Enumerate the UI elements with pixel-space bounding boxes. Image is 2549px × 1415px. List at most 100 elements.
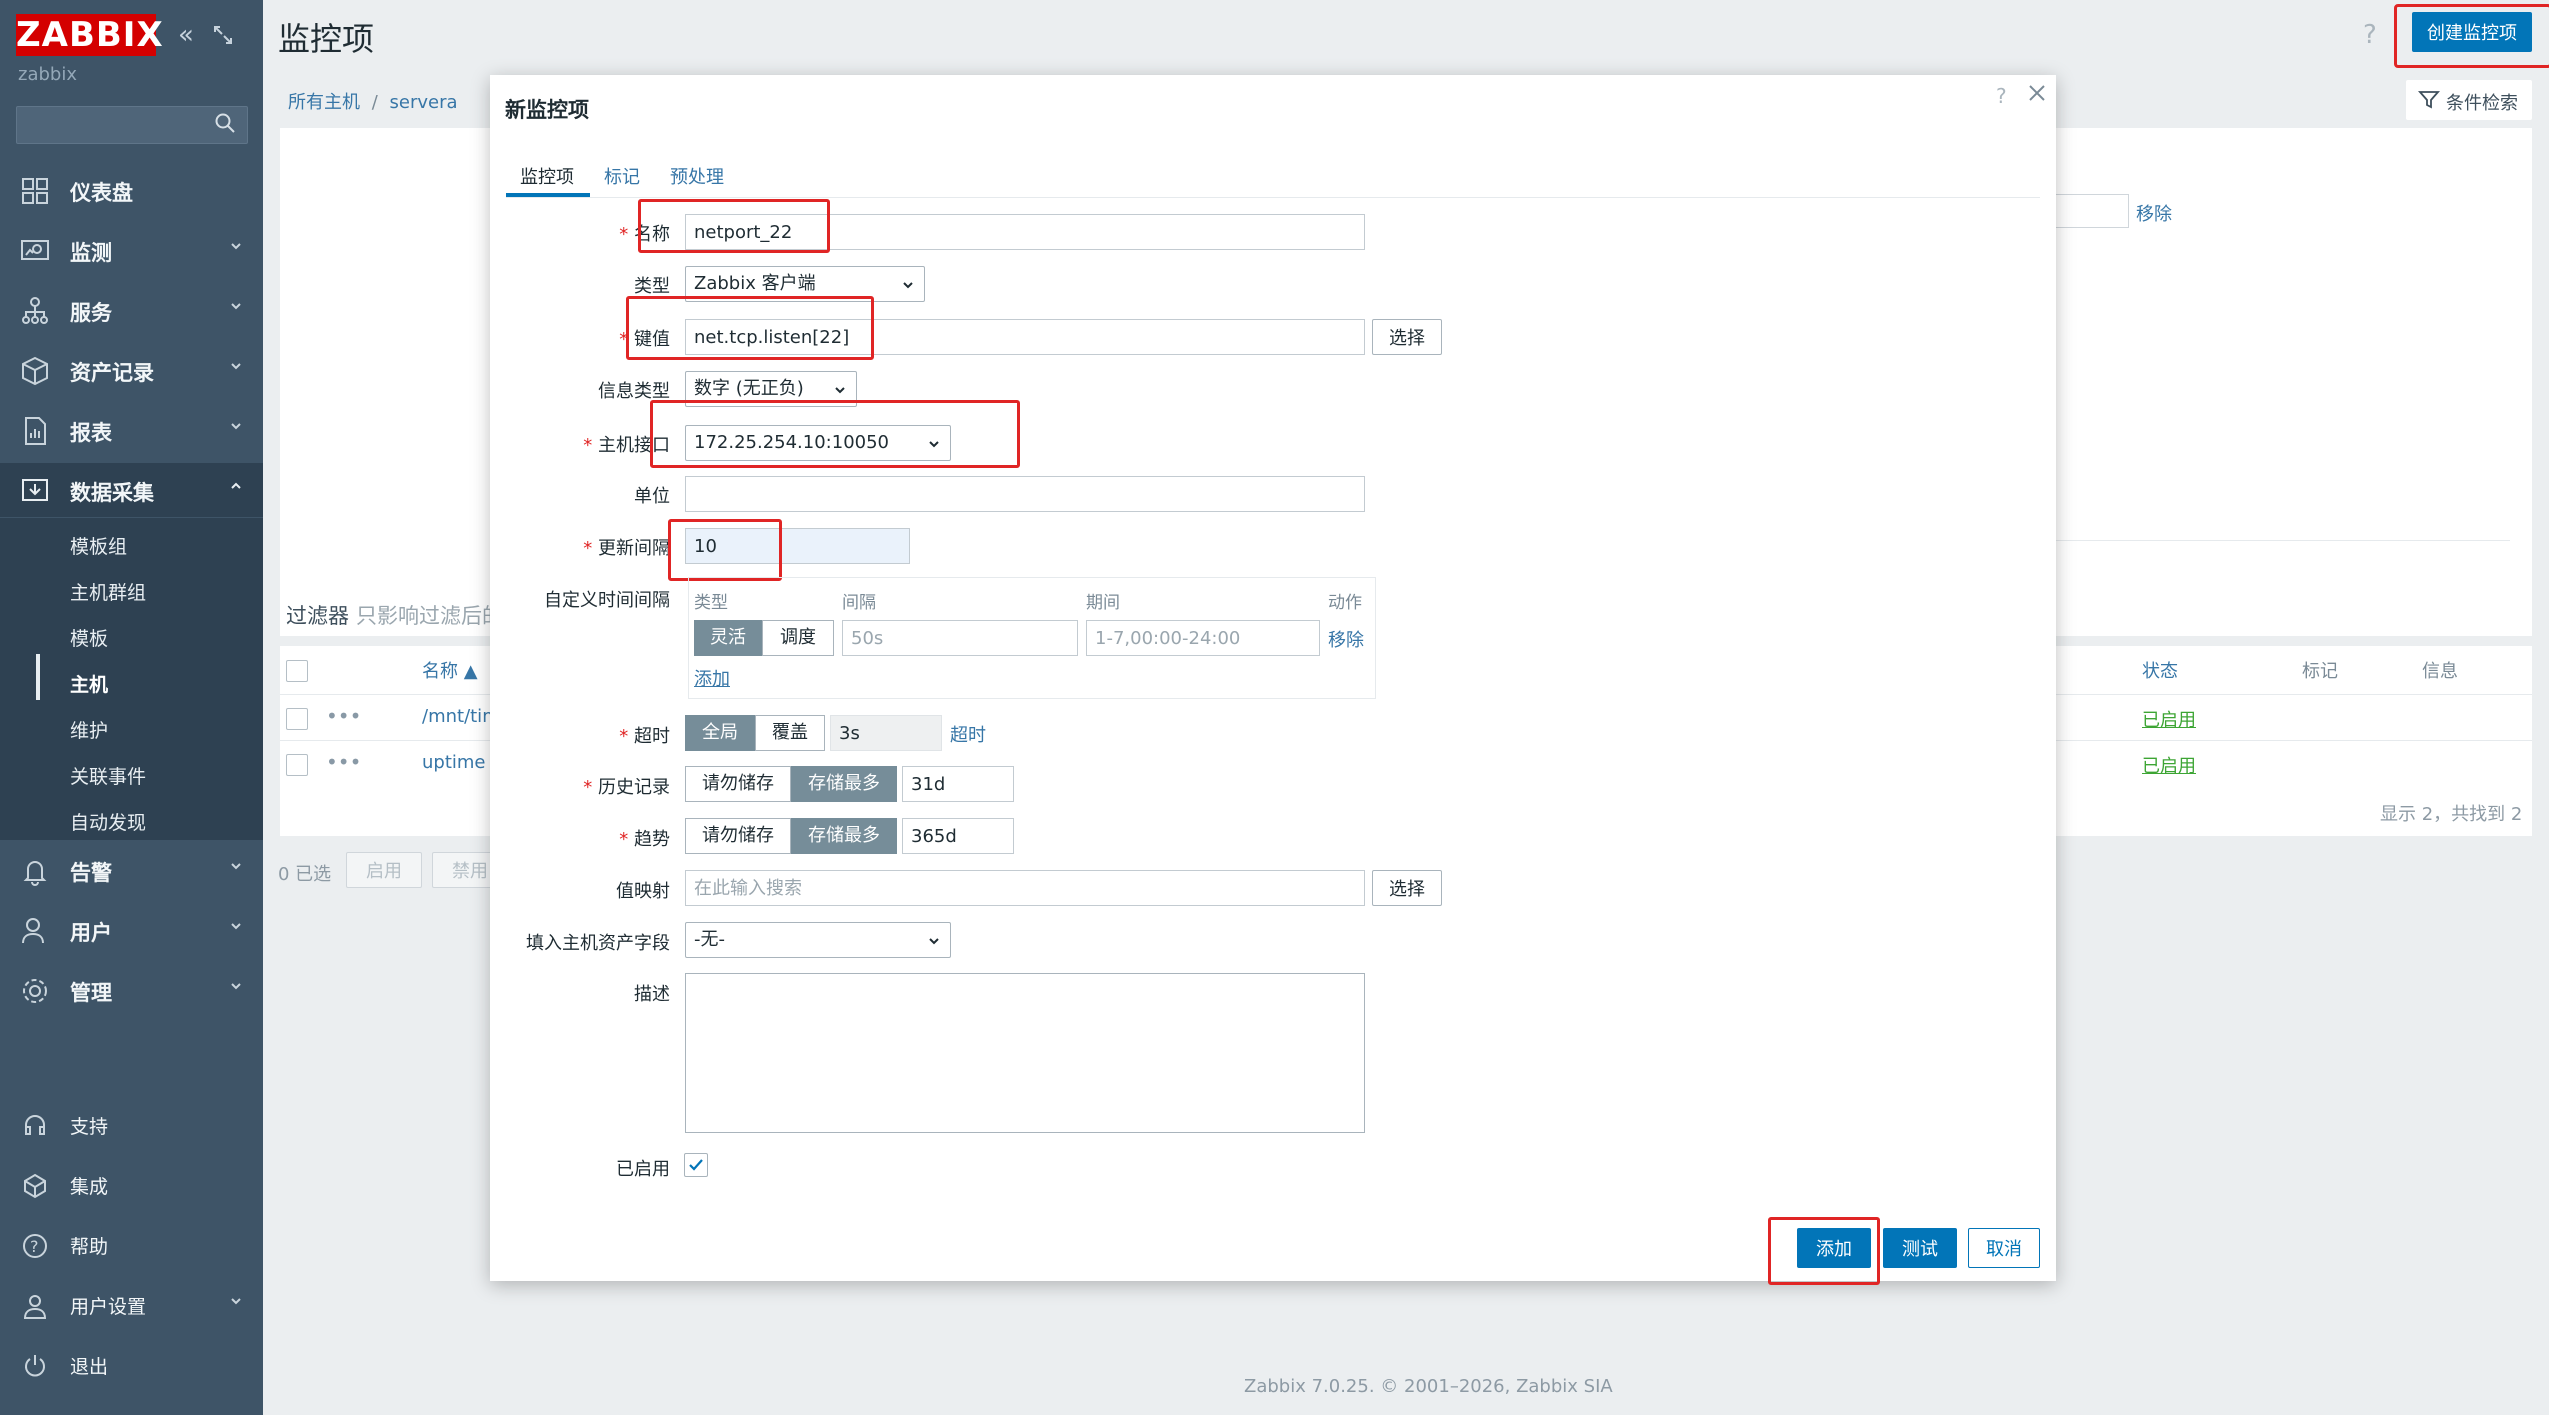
nav-label: 帮助	[70, 1236, 109, 1258]
type-label: 类型	[634, 276, 670, 297]
tab-item[interactable]: 监控项	[520, 163, 574, 189]
info-type-value: 数字 (无正负)	[694, 378, 804, 399]
timeout-link[interactable]: 超时	[950, 721, 986, 747]
custom-header-period: 期间	[1086, 593, 1120, 613]
valuemap-select-button[interactable]: 选择	[1372, 870, 1442, 906]
column-header-tags: 标记	[2302, 661, 2338, 682]
inventory-select[interactable]: -无-	[685, 922, 951, 958]
units-label: 单位	[634, 486, 670, 507]
status-link[interactable]: 已启用	[2142, 706, 2196, 732]
kiosk-mode-icon[interactable]	[212, 24, 234, 46]
mass-enable-button[interactable]: 启用	[346, 852, 422, 888]
custom-type-scheduling[interactable]: 调度	[762, 620, 834, 656]
nav-administration[interactable]: 管理	[0, 963, 263, 1017]
cancel-button[interactable]: 取消	[1968, 1228, 2040, 1268]
submenu-label: 关联事件	[70, 766, 147, 788]
funnel-icon	[2418, 91, 2440, 109]
test-button[interactable]: 测试	[1883, 1228, 1957, 1268]
annotation-box	[626, 296, 874, 360]
custom-type-flexible[interactable]: 灵活	[694, 620, 762, 656]
custom-period-input[interactable]: 1-7,00:00-24:00	[1086, 620, 1320, 656]
filter-tab[interactable]: 条件检索	[2406, 80, 2532, 120]
nav-services[interactable]: 服务	[0, 283, 263, 337]
nav-label: 仪表盘	[70, 181, 133, 205]
submenu-hosts[interactable]: 主机	[36, 659, 263, 703]
enabled-checkbox[interactable]	[684, 1153, 708, 1177]
history-do-not-store[interactable]: 请勿储存	[685, 766, 791, 802]
close-icon[interactable]	[2024, 80, 2050, 106]
zabbix-logo[interactable]: ZABBIX	[16, 14, 163, 56]
submenu-event-correlation[interactable]: 关联事件	[36, 751, 263, 795]
breadcrumb-all-hosts[interactable]: 所有主机	[288, 92, 360, 113]
selected-count: 0 已选	[278, 864, 332, 885]
nav-inventory[interactable]: 资产记录	[0, 343, 263, 397]
trends-input[interactable]: 365d	[902, 818, 1014, 854]
row-checkbox[interactable]	[286, 708, 308, 730]
annotation-box	[1768, 1217, 1880, 1285]
nav-label: 退出	[70, 1356, 109, 1378]
select-all-checkbox[interactable]	[286, 660, 308, 682]
column-header-status[interactable]: 状态	[2142, 657, 2178, 683]
trends-store-up-to[interactable]: 存储最多	[791, 818, 897, 854]
more-icon[interactable]: •••	[326, 750, 361, 774]
tab-tags[interactable]: 标记	[604, 163, 640, 189]
nav-alerts[interactable]: 告警	[0, 843, 263, 897]
help-icon[interactable]: ?	[2363, 20, 2377, 50]
nav-users[interactable]: 用户	[0, 903, 263, 957]
chevron-down-icon	[231, 1298, 241, 1305]
submenu-maintenance[interactable]: 维护	[36, 705, 263, 749]
more-icon[interactable]: •••	[326, 704, 361, 728]
custom-header-action: 动作	[1328, 593, 1362, 613]
submenu-templates[interactable]: 模板	[36, 613, 263, 657]
history-input[interactable]: 31d	[902, 766, 1014, 802]
history-store-up-to[interactable]: 存储最多	[791, 766, 897, 802]
valuemap-input[interactable]: 在此输入搜索	[685, 870, 1365, 906]
nav-sign-out[interactable]: 退出	[0, 1338, 263, 1392]
nav-data-collection[interactable]: 数据采集	[0, 463, 263, 517]
submenu-discovery[interactable]: 自动发现	[36, 797, 263, 841]
collapse-sidebar-icon[interactable]: «	[178, 20, 194, 50]
filter-tab-label: 条件检索	[2446, 93, 2518, 114]
units-input[interactable]	[685, 476, 1365, 512]
trends-do-not-store[interactable]: 请勿储存	[685, 818, 791, 854]
custom-header-interval: 间隔	[842, 593, 876, 613]
filter-tag-value-input[interactable]	[2055, 194, 2129, 228]
submenu-label: 模板	[70, 628, 109, 650]
status-link[interactable]: 已启用	[2142, 752, 2196, 778]
key-select-button[interactable]: 选择	[1372, 319, 1442, 355]
submenu-template-groups[interactable]: 模板组	[36, 521, 263, 565]
custom-intervals-label: 自定义时间间隔	[544, 590, 670, 611]
tab-preprocessing[interactable]: 预处理	[670, 163, 724, 189]
description-textarea[interactable]	[685, 973, 1365, 1133]
breadcrumb-separator: /	[371, 92, 378, 113]
custom-interval-input[interactable]: 50s	[842, 620, 1078, 656]
nav-user-settings[interactable]: 用户设置	[0, 1278, 263, 1332]
help-icon[interactable]: ?	[1996, 84, 2007, 108]
timeout-input[interactable]: 3s	[830, 715, 942, 751]
nav-monitoring[interactable]: 监测	[0, 223, 263, 277]
breadcrumb-host[interactable]: servera	[390, 92, 458, 113]
nav-help[interactable]: ? 帮助	[0, 1218, 263, 1272]
custom-remove-link[interactable]: 移除	[1328, 626, 1364, 652]
submenu-host-groups[interactable]: 主机群组	[36, 567, 263, 611]
nav-label: 管理	[70, 981, 112, 1005]
custom-add-link[interactable]: 添加	[694, 665, 730, 691]
nav-label: 监测	[70, 241, 112, 265]
nav-support[interactable]: 支持	[0, 1098, 263, 1152]
row-checkbox[interactable]	[286, 754, 308, 776]
chevron-down-icon	[231, 243, 241, 250]
timeout-override[interactable]: 覆盖	[755, 715, 825, 751]
nav-reports[interactable]: 报表	[0, 403, 263, 457]
timeout-global[interactable]: 全局	[685, 715, 755, 751]
chevron-down-icon	[903, 282, 913, 289]
interface-label: * 主机接口	[583, 435, 670, 456]
headset-icon	[25, 1115, 45, 1135]
search-icon[interactable]	[214, 112, 236, 134]
nav-integrations[interactable]: 集成	[0, 1158, 263, 1212]
nav-dashboard[interactable]: 仪表盘	[0, 163, 263, 217]
item-name-link[interactable]: uptime	[422, 752, 486, 773]
nav-label: 用户设置	[70, 1296, 147, 1318]
breadcrumb: 所有主机 / servera 已	[288, 88, 509, 114]
column-header-name[interactable]: 名称 ▲	[422, 657, 478, 683]
filter-remove-link[interactable]: 移除	[2136, 200, 2172, 226]
